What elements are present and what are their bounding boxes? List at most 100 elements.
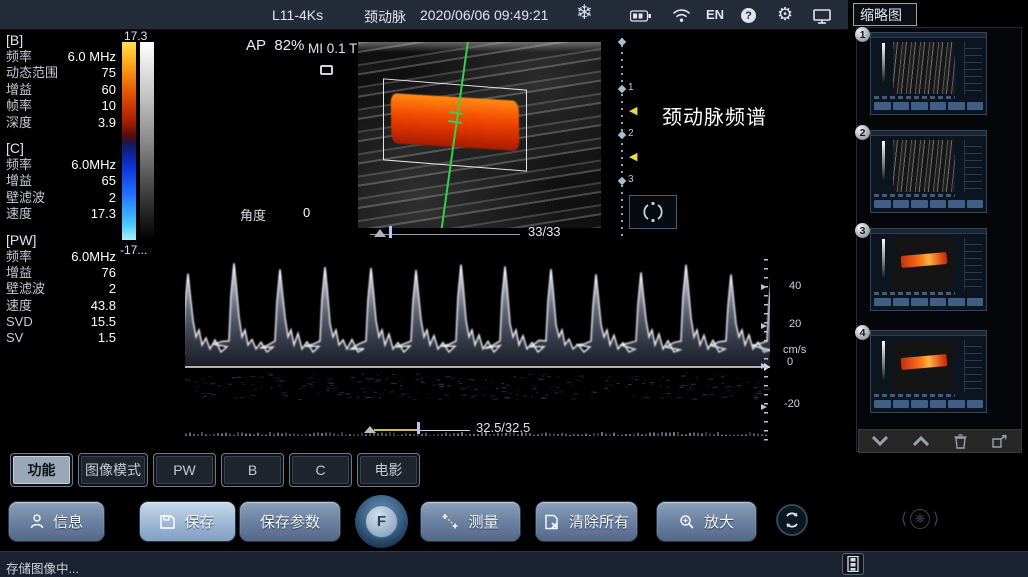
param-label: 频率: [6, 157, 32, 173]
thumbnail-number: 1: [855, 27, 870, 42]
angle-label: 角度: [240, 205, 266, 224]
param-label: 频率: [6, 249, 32, 265]
grayscale-bar: [140, 42, 154, 240]
status-bar: 存储图像中...: [0, 551, 1028, 577]
focus-marker-icon[interactable]: ◀: [629, 152, 637, 162]
focus-marker-icon[interactable]: ◀: [629, 106, 637, 116]
tab-function[interactable]: 功能: [10, 453, 73, 487]
thumb-sono-bw: [893, 140, 955, 192]
save-params-button[interactable]: 保存参数: [239, 501, 341, 542]
group-title: [C]: [6, 140, 116, 157]
cine-slider-handle[interactable]: [389, 226, 392, 238]
save-button[interactable]: 保存: [139, 501, 236, 542]
param-label: 增益: [6, 82, 32, 98]
tab-image-mode[interactable]: 图像模式: [78, 453, 148, 487]
param-label: 深度: [6, 115, 32, 131]
pw-mode-params: [PW] 频率6.0MHz 增益76 壁滤波2 速度43.8 SVD15.5 S…: [6, 232, 116, 347]
cine-slider-start: [374, 229, 386, 237]
thumbnail-number: 2: [855, 125, 870, 140]
tab-cine[interactable]: 电影: [357, 453, 420, 487]
disabled-freeze-control: ⟨❋⟩: [898, 505, 942, 533]
frame-icon: [320, 65, 333, 75]
thumbnail-3[interactable]: [870, 228, 987, 311]
chevron-down-icon[interactable]: [872, 436, 888, 446]
datetime: 2020/06/06 09:49:21: [420, 7, 548, 23]
thumbnail-panel-title[interactable]: 缩略图: [853, 3, 917, 26]
freeze-icon[interactable]: ❄: [576, 0, 593, 25]
param-label: 增益: [6, 173, 32, 189]
tab-pw[interactable]: PW: [153, 453, 216, 487]
settings-gear-icon[interactable]: ⚙: [777, 4, 793, 25]
angle-right-icon: ⟩: [933, 509, 939, 529]
depth-marker: [618, 177, 626, 185]
param-value: 6.0 MHz: [68, 49, 116, 65]
tab-b[interactable]: B: [221, 453, 284, 487]
tab-c[interactable]: C: [289, 453, 352, 487]
sweep-time-counter: 32.5/32.5: [476, 420, 530, 435]
param-label: 速度: [6, 298, 32, 314]
colorbar-min-label: -17...: [120, 243, 147, 257]
param-value: 6.0MHz: [71, 249, 116, 265]
f-knob[interactable]: F: [355, 495, 408, 548]
param-label: 帧率: [6, 98, 32, 114]
param-value: 17.3: [91, 206, 116, 222]
help-icon[interactable]: ?: [741, 8, 756, 23]
exam-annotation: 颈动脉频谱: [662, 101, 767, 130]
param-label: SV: [6, 330, 23, 346]
delete-trash-icon[interactable]: [954, 434, 967, 449]
thumbnail-2[interactable]: [870, 130, 987, 213]
cine-slider-track[interactable]: [370, 234, 520, 235]
thumb-sono-bw: [893, 42, 955, 94]
time-slider-handle[interactable]: [417, 422, 420, 434]
time-slider-track[interactable]: [418, 430, 470, 431]
parameter-panel: [B] 频率6.0 MHz 动态范围75 增益60 帧率10 深度3.9 [C]…: [6, 32, 116, 356]
zoom-button[interactable]: 放大: [656, 501, 757, 542]
group-title: [PW]: [6, 232, 116, 249]
clear-icon: [544, 514, 560, 530]
param-value: 15.5: [91, 314, 116, 330]
wifi-icon: [672, 8, 691, 28]
export-share-icon[interactable]: [992, 434, 1008, 448]
param-label: SVD: [6, 314, 33, 330]
clear-all-button[interactable]: 清除所有: [535, 501, 638, 542]
param-label: 频率: [6, 49, 32, 65]
param-label: 增益: [6, 265, 32, 281]
thumbnail-1[interactable]: [870, 32, 987, 115]
save-floppy-icon: [160, 514, 175, 529]
refresh-icon: [783, 511, 801, 529]
cine-film-button[interactable]: [842, 553, 864, 575]
ultrasound-screen: L11-4Ks 颈动脉 2020/06/06 09:49:21 ❄ EN ? ⚙…: [0, 0, 1028, 577]
language-button[interactable]: EN: [706, 7, 724, 22]
steer-rotate-button[interactable]: [629, 195, 677, 229]
time-slider-elapsed[interactable]: [374, 429, 418, 431]
caliper-icon: [442, 513, 459, 530]
pw-spectrum-display[interactable]: [185, 255, 770, 445]
thumbnail-number: 3: [855, 223, 870, 238]
acoustic-power: AP 82%: [246, 37, 304, 54]
thumbnail-number: 4: [855, 325, 870, 340]
angle-left-icon: ⟨: [901, 509, 907, 529]
depth-number: 3: [628, 174, 634, 185]
b-mode-params: [B] 频率6.0 MHz 动态范围75 增益60 帧率10 深度3.9: [6, 32, 116, 131]
param-label: 壁滤波: [6, 281, 45, 297]
chevron-up-icon[interactable]: [913, 436, 929, 446]
doppler-colorbar: [122, 42, 136, 240]
rotate-icon: [642, 201, 664, 223]
magnifier-plus-icon: [679, 514, 695, 530]
group-title: [B]: [6, 32, 116, 49]
display-monitor-icon[interactable]: [813, 9, 831, 29]
param-value: 65: [102, 173, 116, 189]
param-value: 60: [102, 82, 116, 98]
cine-frame-counter: 33/33: [528, 224, 561, 239]
param-value: 75: [102, 65, 116, 81]
thumb-sono-color: [893, 340, 955, 392]
film-icon: [847, 556, 859, 572]
info-button[interactable]: 信息: [8, 501, 105, 542]
thumbnail-4[interactable]: [870, 330, 987, 413]
b-mode-image[interactable]: [358, 42, 601, 228]
asterisk-icon: ❋: [910, 509, 930, 529]
update-refresh-button[interactable]: [776, 504, 808, 536]
person-icon: [30, 514, 44, 529]
exam-preset: 颈动脉: [364, 7, 406, 27]
measure-button[interactable]: 测量: [420, 501, 521, 542]
